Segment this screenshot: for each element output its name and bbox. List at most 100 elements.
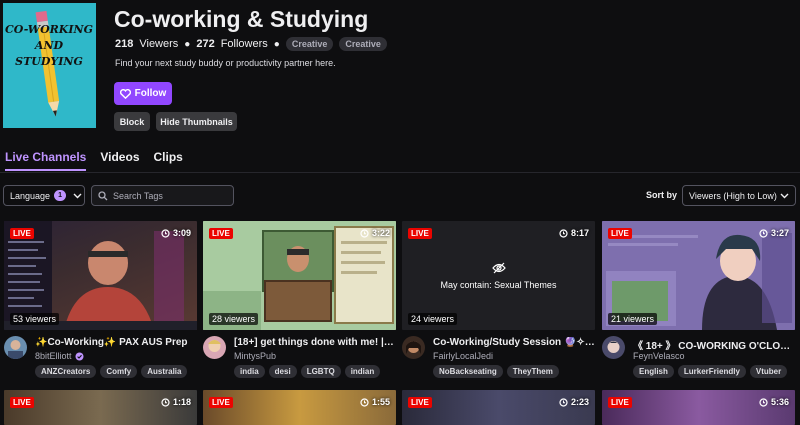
box-art-line-2: AND (34, 39, 64, 52)
live-badge: LIVE (10, 397, 34, 408)
stream-card[interactable]: LIVE 5:36 (602, 390, 795, 425)
channel-name-row: FairlyLocalJedi (433, 351, 493, 361)
separator-dot: ● (273, 38, 280, 50)
stream-card[interactable]: LIVE 3:22 28 viewers [18+] get things do… (203, 221, 396, 385)
stream-meta: ✨Co-Working✨ PAX AUS Prep 8bitElliott AN… (4, 330, 197, 385)
stream-tag[interactable]: Comfy (100, 365, 138, 378)
channel-name-row: FeynVelasco (633, 351, 685, 361)
search-tags-input[interactable] (113, 190, 223, 201)
tab-live-channels[interactable]: Live Channels (5, 150, 87, 171)
tab-videos[interactable]: Videos (100, 150, 139, 171)
language-filter[interactable]: Language 1 (3, 185, 85, 206)
tabs-divider (0, 172, 800, 173)
uptime: 5:36 (759, 397, 789, 407)
stream-tag[interactable]: Vtuber (749, 365, 788, 378)
uptime: 3:27 (759, 228, 789, 238)
clock-icon (559, 397, 568, 407)
follow-label: Follow (134, 88, 167, 99)
uptime-value: 3:27 (770, 228, 789, 238)
channel-name[interactable]: FeynVelasco (633, 351, 685, 361)
stream-card[interactable]: LIVE 3:09 53 viewers ✨Co-Working✨ PAX AU… (4, 221, 197, 385)
stream-card[interactable]: LIVE 2:23 (402, 390, 595, 425)
language-label: Language (10, 190, 51, 201)
uptime-value: 1:18 (172, 397, 191, 407)
stream-title[interactable]: Co-Working/Study Session 🔮✧˖°.| ... (433, 337, 595, 348)
live-badge: LIVE (209, 228, 233, 239)
avatar[interactable] (203, 336, 226, 359)
avatar[interactable] (4, 336, 27, 359)
channel-name[interactable]: 8bitElliott (35, 351, 72, 361)
follow-button[interactable]: Follow (114, 82, 172, 105)
stream-thumbnail[interactable]: LIVE 1:55 (203, 390, 396, 425)
live-badge: LIVE (209, 397, 233, 408)
stream-thumbnail[interactable]: LIVE 3:27 21 viewers (602, 221, 795, 330)
stream-tag[interactable]: india (234, 365, 265, 378)
category-title: Co-working & Studying (114, 6, 369, 32)
clock-icon (161, 397, 170, 407)
stream-tag[interactable]: LurkerFriendly (677, 365, 746, 378)
category-description: Find your next study buddy or productivi… (115, 58, 336, 68)
stream-card[interactable]: LIVE 1:18 (4, 390, 197, 425)
clock-icon (360, 397, 369, 407)
live-badge: LIVE (608, 397, 632, 408)
directory-page: CO-WORKING AND STUDYING Co-working & Stu… (0, 0, 800, 425)
live-badge: LIVE (408, 228, 432, 239)
sort-select[interactable]: Viewers (High to Low) (682, 185, 796, 206)
channel-name-row: 8bitElliott (35, 351, 84, 361)
clock-icon (759, 228, 768, 238)
stream-tag[interactable]: NoBackseating (433, 365, 503, 378)
stream-thumbnail[interactable]: LIVE 1:18 (4, 390, 197, 425)
chevron-down-icon (73, 193, 82, 198)
stream-meta: Co-Working/Study Session 🔮✧˖°.| ... Fair… (402, 330, 595, 385)
live-badge: LIVE (608, 228, 632, 239)
stream-thumbnail[interactable]: LIVE 3:22 28 viewers (203, 221, 396, 330)
stream-thumbnail[interactable]: LIVE 5:36 (602, 390, 795, 425)
heart-icon (119, 88, 131, 99)
live-badge: LIVE (408, 397, 432, 408)
channel-name[interactable]: MintysPub (234, 351, 276, 361)
stream-card[interactable]: May contain: Sexual Themes LIVE 8:17 24 … (402, 221, 595, 385)
clock-icon (161, 228, 170, 238)
sort-value: Viewers (High to Low) (689, 190, 777, 201)
stream-title[interactable]: ✨Co-Working✨ PAX AUS Prep (35, 337, 197, 348)
stream-tag[interactable]: English (633, 365, 674, 378)
chevron-down-icon (780, 193, 789, 198)
channel-name[interactable]: FairlyLocalJedi (433, 351, 493, 361)
stream-thumbnail[interactable]: LIVE 3:09 53 viewers (4, 221, 197, 330)
uptime-value: 2:23 (570, 397, 589, 407)
uptime: 3:09 (161, 228, 191, 238)
category-tag[interactable]: Creative (339, 37, 387, 51)
uptime-value: 8:17 (570, 228, 589, 238)
viewer-count: 21 viewers (608, 313, 658, 325)
viewers-label: Viewers (139, 38, 179, 50)
stream-tag[interactable]: desi (268, 365, 297, 378)
uptime: 3:22 (360, 228, 390, 238)
category-tag[interactable]: Creative (285, 37, 334, 51)
stream-tag[interactable]: indian (344, 365, 381, 378)
stream-title[interactable]: 《 18+ 》 CO-WORKING O'CLOCK Y... (633, 337, 795, 352)
stream-card[interactable]: LIVE 1:55 (203, 390, 396, 425)
block-button[interactable]: Block (114, 112, 150, 131)
search-tags-field[interactable] (91, 185, 234, 206)
stream-tag[interactable]: LGBTQ (300, 365, 341, 378)
stream-tag[interactable]: TheyThem (506, 365, 559, 378)
viewer-count: 53 viewers (10, 313, 60, 325)
stream-tags: NoBackseating TheyThem (433, 365, 559, 378)
separator-dot: ● (184, 38, 191, 50)
uptime-value: 1:55 (371, 397, 390, 407)
stream-tag[interactable]: ANZCreators (35, 365, 97, 378)
avatar[interactable] (602, 336, 625, 359)
avatar[interactable] (402, 336, 425, 359)
followers-count: 272 (196, 38, 215, 50)
stream-title[interactable]: [18+] get things done with me! | @... (234, 337, 396, 348)
content-warning-text: May contain: Sexual Themes (440, 279, 557, 290)
stream-thumbnail[interactable]: LIVE 2:23 (402, 390, 595, 425)
stream-card[interactable]: LIVE 3:27 21 viewers 《 18+ 》 CO-WORKING … (602, 221, 795, 385)
uptime-value: 3:22 (371, 228, 390, 238)
stream-tag[interactable]: Australia (141, 365, 188, 378)
hide-thumbnails-button[interactable]: Hide Thumbnails (156, 112, 237, 131)
stream-tags: English LurkerFriendly Vtuber (633, 365, 788, 378)
clock-icon (360, 228, 369, 238)
stream-thumbnail[interactable]: May contain: Sexual Themes LIVE 8:17 24 … (402, 221, 595, 330)
tab-clips[interactable]: Clips (154, 150, 183, 171)
